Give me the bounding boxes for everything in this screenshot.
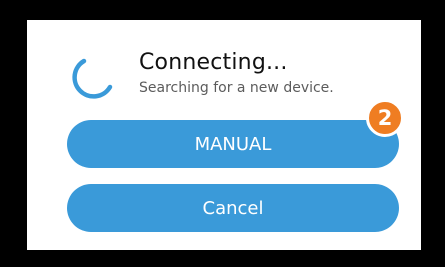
loading-spinner-icon <box>72 58 113 99</box>
manual-button[interactable]: MANUAL <box>67 120 399 168</box>
dialog-subtitle: Searching for a new device. <box>139 80 334 96</box>
dialog-title: Connecting... <box>139 50 288 75</box>
step-number-badge: 2 <box>366 99 404 137</box>
cancel-button[interactable]: Cancel <box>67 184 399 232</box>
connecting-dialog: Connecting... Searching for a new device… <box>27 20 421 250</box>
